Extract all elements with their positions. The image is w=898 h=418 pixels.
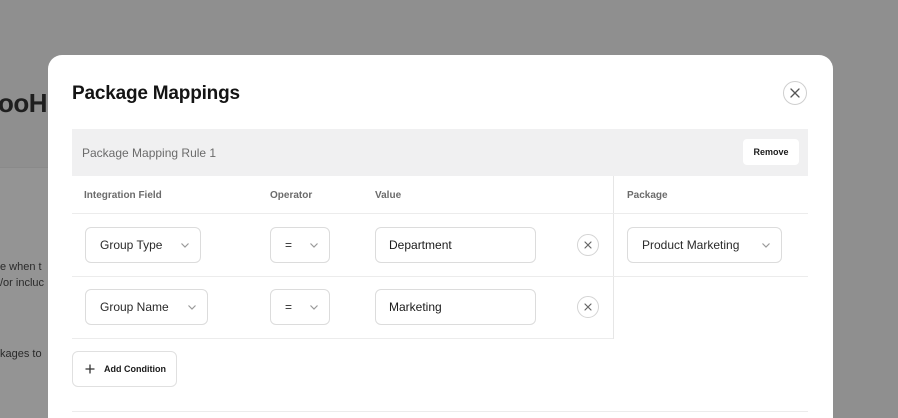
operator-select[interactable]: = xyxy=(270,227,330,263)
background-title: ooHI xyxy=(0,88,54,118)
column-header-package: Package xyxy=(627,190,668,201)
add-condition-button[interactable]: Add Condition xyxy=(72,351,177,387)
remove-condition-button[interactable] xyxy=(577,296,599,318)
integration-field-value: Group Type xyxy=(100,238,163,252)
remove-condition-button[interactable] xyxy=(577,234,599,256)
add-condition-label: Add Condition xyxy=(104,364,166,374)
chevron-down-icon xyxy=(181,243,189,248)
integration-field-select[interactable]: Group Type xyxy=(85,227,201,263)
condition-value-input[interactable]: Marketing xyxy=(375,289,536,325)
modal-title: Package Mappings xyxy=(72,83,240,104)
column-header-integration-field: Integration Field xyxy=(84,190,162,201)
row-divider xyxy=(72,276,808,277)
row-divider xyxy=(72,338,613,339)
integration-field-select[interactable]: Group Name xyxy=(85,289,208,325)
header-divider xyxy=(72,213,808,214)
close-button[interactable] xyxy=(783,81,807,105)
background-text-line: /or incluc xyxy=(0,277,45,289)
section-divider xyxy=(72,411,808,412)
operator-value: = xyxy=(285,238,293,252)
operator-value: = xyxy=(285,300,293,314)
rule-title: Package Mapping Rule 1 xyxy=(82,146,217,160)
chevron-down-icon xyxy=(762,243,770,248)
background-text-line: e when t xyxy=(0,261,42,273)
close-icon xyxy=(584,241,592,249)
chevron-down-icon xyxy=(188,305,196,310)
package-value: Product Marketing xyxy=(642,238,740,252)
package-mappings-modal: Package Mappings Package Mapping Rule 1 … xyxy=(48,55,833,418)
remove-rule-button[interactable]: Remove xyxy=(743,139,799,165)
background-text-line: kages to xyxy=(0,348,42,360)
operator-select[interactable]: = xyxy=(270,289,330,325)
column-header-value: Value xyxy=(375,190,402,201)
integration-field-value: Group Name xyxy=(100,300,169,314)
rule-header: Package Mapping Rule 1 Remove xyxy=(72,129,808,176)
chevron-down-icon xyxy=(310,305,318,310)
close-icon xyxy=(584,303,592,311)
condition-value-input[interactable]: Department xyxy=(375,227,536,263)
package-select[interactable]: Product Marketing xyxy=(627,227,782,263)
column-header-operator: Operator xyxy=(270,190,313,201)
plus-icon xyxy=(85,364,95,374)
package-column-divider xyxy=(613,176,614,339)
chevron-down-icon xyxy=(310,243,318,248)
close-icon xyxy=(790,88,800,98)
